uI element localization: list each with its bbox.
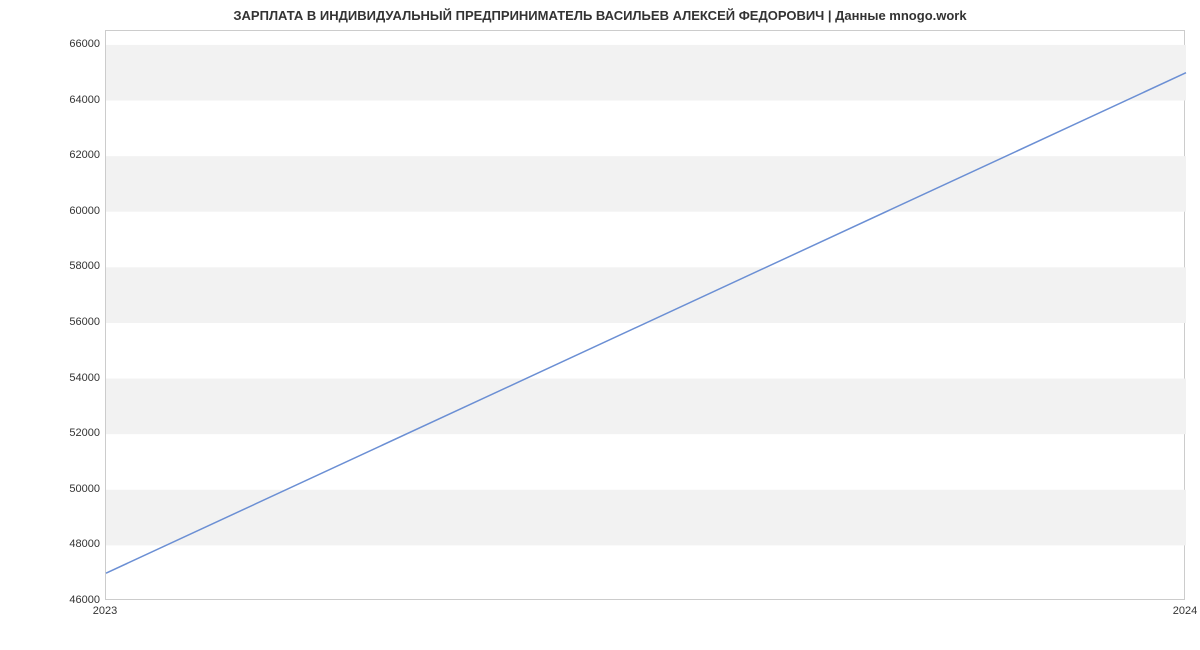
y-tick-label: 66000 (40, 38, 100, 50)
chart-container: ЗАРПЛАТА В ИНДИВИДУАЛЬНЫЙ ПРЕДПРИНИМАТЕЛ… (0, 0, 1200, 650)
grid-band (106, 45, 1186, 101)
plot-area (105, 30, 1185, 600)
y-tick-label: 60000 (40, 205, 100, 217)
y-tick-label: 56000 (40, 316, 100, 328)
grid-band (106, 379, 1186, 435)
y-tick-label: 48000 (40, 538, 100, 550)
x-tick-label: 2023 (93, 605, 117, 617)
grid-band (106, 156, 1186, 212)
chart-svg (106, 31, 1184, 599)
y-tick-label: 64000 (40, 94, 100, 106)
y-tick-label: 54000 (40, 372, 100, 384)
chart-title: ЗАРПЛАТА В ИНДИВИДУАЛЬНЫЙ ПРЕДПРИНИМАТЕЛ… (0, 8, 1200, 23)
grid-band (106, 267, 1186, 323)
y-tick-label: 58000 (40, 260, 100, 272)
x-tick-label: 2024 (1173, 605, 1197, 617)
y-tick-label: 50000 (40, 483, 100, 495)
y-tick-label: 52000 (40, 427, 100, 439)
y-tick-label: 46000 (40, 594, 100, 606)
y-tick-label: 62000 (40, 149, 100, 161)
